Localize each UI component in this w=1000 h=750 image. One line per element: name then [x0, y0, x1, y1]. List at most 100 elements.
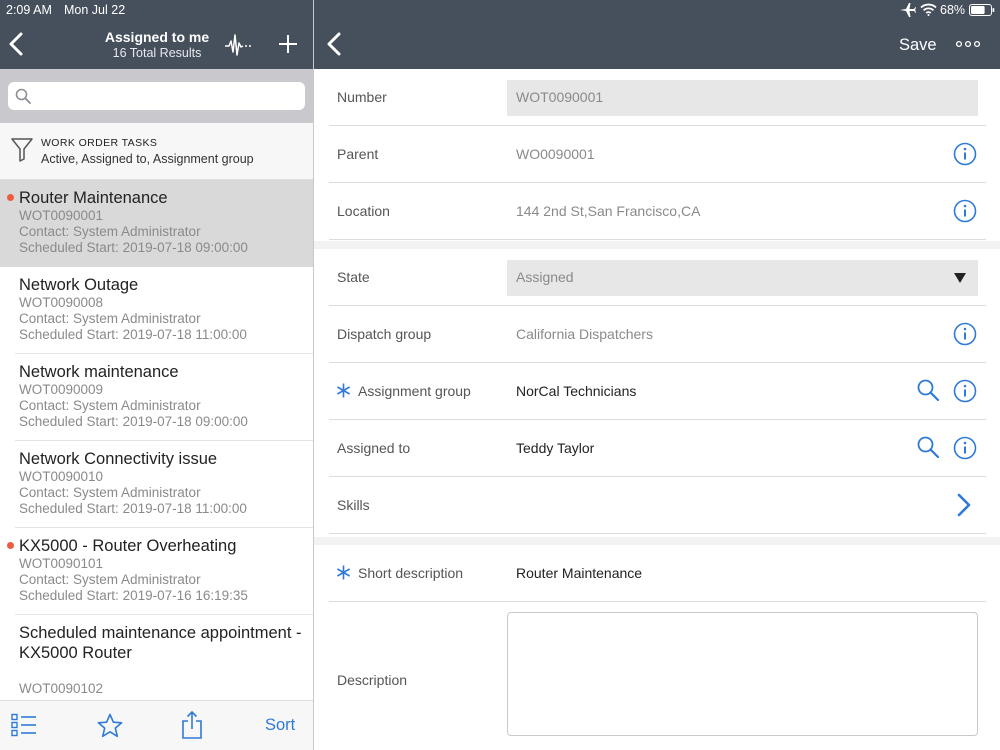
state-value: Assigned [516, 269, 574, 285]
assignment-group-row[interactable]: Assignment group NorCal Technicians [314, 363, 1000, 420]
location-value: 144 2nd St,San Francisco,CA [516, 203, 701, 219]
task-number: WOT0090102 [19, 681, 104, 696]
save-button[interactable]: Save [899, 36, 937, 55]
dropdown-arrow-icon [954, 273, 966, 283]
info-icon[interactable] [953, 142, 977, 166]
number-row: Number WOT0090001 [314, 69, 1000, 126]
task-title: Network Connectivity issue [19, 450, 218, 468]
work-order-list-pane: 2:09 AM Mon Jul 22 Assigned to me 16 Tot… [0, 0, 313, 750]
plus-icon[interactable] [278, 34, 298, 54]
skills-label: Skills [337, 497, 370, 513]
location-row: Location 144 2nd St,San Francisco,CA [314, 183, 1000, 240]
chevron-left-icon[interactable] [8, 32, 24, 56]
info-icon[interactable] [953, 322, 977, 346]
chevron-right-icon[interactable] [957, 493, 971, 517]
task-list: Router Maintenance WOT0090001 Contact: S… [0, 180, 313, 700]
assignment-group-value[interactable]: NorCal Technicians [516, 383, 636, 399]
task-list-item[interactable]: Network Outage WOT0090008 Contact: Syste… [0, 267, 313, 354]
task-contact: Contact: System Administrator [19, 485, 201, 500]
airplane-icon [900, 3, 916, 17]
required-asterisk-icon [337, 383, 350, 398]
list-icon[interactable] [11, 713, 37, 737]
dispatch-group-label: Dispatch group [337, 326, 432, 342]
info-icon[interactable] [953, 379, 977, 403]
task-list-item[interactable]: Network Connectivity issue WOT0090010 Co… [0, 441, 313, 528]
sort-button[interactable]: Sort [265, 716, 295, 735]
task-title: Network maintenance [19, 363, 179, 381]
task-scheduled-start: Scheduled Start: 2019-07-18 11:00:00 [19, 501, 247, 516]
more-icon[interactable] [956, 40, 980, 48]
number-value: WOT0090001 [516, 89, 604, 105]
unread-indicator [7, 194, 14, 201]
search-icon [15, 88, 31, 104]
short-description-label: Short description [358, 565, 464, 581]
status-time: 2:09 AM [6, 3, 52, 17]
short-description-value[interactable]: Router Maintenance [516, 565, 642, 581]
description-row: Description [314, 602, 1000, 750]
list-header: 2:09 AM Mon Jul 22 Assigned to me 16 Tot… [0, 0, 313, 69]
task-list-item[interactable]: Scheduled maintenance appointment - KX50… [0, 615, 313, 700]
task-number: WOT0090101 [19, 556, 104, 571]
parent-value: WO0090001 [516, 146, 595, 162]
task-scheduled-start: Scheduled Start: 2019-07-18 09:00:00 [19, 414, 248, 429]
location-label: Location [337, 203, 390, 219]
skills-row[interactable]: Skills [314, 477, 1000, 534]
task-number: WOT0090009 [19, 382, 104, 397]
assigned-to-value[interactable]: Teddy Taylor [516, 440, 594, 456]
search-input[interactable] [36, 82, 298, 110]
assigned-to-label: Assigned to [337, 440, 411, 456]
task-scheduled-start: Scheduled Start: 2019-07-18 09:00:00 [19, 240, 248, 255]
share-icon[interactable] [181, 711, 203, 739]
work-order-detail-pane: 68% Save Number WOT0090001 Parent WO0090… [314, 0, 1000, 750]
assigned-to-row[interactable]: Assigned to Teddy Taylor [314, 420, 1000, 477]
required-asterisk-icon [337, 565, 350, 580]
search-bar [0, 69, 313, 123]
task-scheduled-start: Scheduled Start: 2019-07-18 11:00:00 [19, 327, 247, 342]
number-field: WOT0090001 [507, 80, 978, 116]
task-contact: Contact: System Administrator [19, 572, 201, 587]
list-result-count: 16 Total Results [112, 46, 202, 60]
filter-title: WORK ORDER TASKS [41, 137, 158, 149]
list-title: Assigned to me [104, 29, 210, 45]
unread-indicator [7, 542, 14, 549]
task-title: Router Maintenance [19, 189, 168, 207]
assignment-group-label: Assignment group [358, 383, 471, 399]
battery-icon [969, 4, 995, 16]
short-description-row[interactable]: Short description Router Maintenance [314, 545, 1000, 602]
state-label: State [337, 269, 370, 285]
filter-values: Active, Assigned to, Assignment group [41, 152, 254, 166]
parent-row: Parent WO0090001 [314, 126, 1000, 183]
list-toolbar: Sort [0, 700, 313, 750]
state-select[interactable]: Assigned [507, 260, 978, 296]
search-box[interactable] [8, 82, 305, 110]
wifi-icon [920, 3, 937, 16]
parent-label: Parent [337, 146, 379, 162]
state-row: State Assigned [314, 249, 1000, 306]
form-section-description: Short description Router Maintenance Des… [314, 545, 1000, 750]
task-list-item[interactable]: KX5000 - Router Overheating WOT0090101 C… [0, 528, 313, 615]
lookup-icon[interactable] [916, 435, 940, 459]
description-label: Description [337, 672, 408, 688]
form-section-identity: Number WOT0090001 Parent WO0090001 Locat… [314, 69, 1000, 241]
pulse-icon[interactable] [225, 32, 253, 58]
info-icon[interactable] [953, 436, 977, 460]
star-icon[interactable] [97, 713, 123, 739]
dispatch-group-row: Dispatch group California Dispatchers [314, 306, 1000, 363]
task-list-item[interactable]: Router Maintenance WOT0090001 Contact: S… [0, 180, 313, 267]
info-icon[interactable] [953, 199, 977, 223]
filter-icon[interactable] [11, 137, 33, 163]
task-contact: Contact: System Administrator [19, 311, 201, 326]
task-number: WOT0090008 [19, 295, 104, 310]
task-title: Scheduled maintenance appointment - KX50… [19, 624, 302, 662]
description-textarea[interactable] [507, 612, 978, 736]
task-list-item[interactable]: Network maintenance WOT0090009 Contact: … [0, 354, 313, 441]
task-contact: Contact: System Administrator [19, 398, 201, 413]
filter-bar[interactable]: WORK ORDER TASKS Active, Assigned to, As… [0, 123, 313, 180]
task-title: KX5000 - Router Overheating [19, 537, 237, 555]
task-contact: Contact: System Administrator [19, 224, 201, 239]
form-section-assignment: State Assigned Dispatch group California… [314, 249, 1000, 537]
task-number: WOT0090010 [19, 469, 104, 484]
lookup-icon[interactable] [916, 378, 940, 402]
task-scheduled-start: Scheduled Start: 2019-07-16 16:19:35 [19, 588, 248, 603]
chevron-left-icon[interactable] [326, 32, 342, 56]
